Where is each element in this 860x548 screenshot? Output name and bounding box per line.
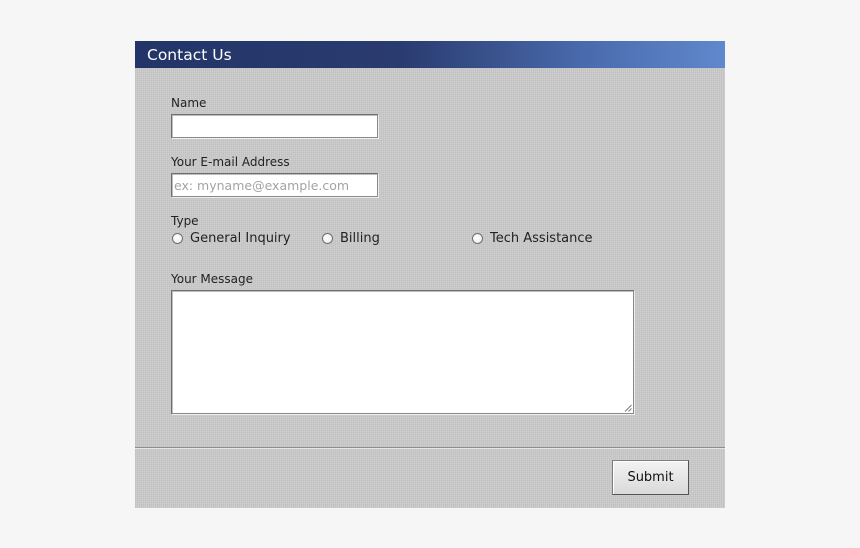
name-label: Name bbox=[171, 96, 207, 110]
resize-grip-icon[interactable] bbox=[624, 404, 632, 412]
window-title: Contact Us bbox=[147, 46, 232, 64]
message-textarea[interactable] bbox=[171, 290, 634, 414]
radio-circle-icon[interactable] bbox=[322, 232, 333, 244]
radio-circle-icon[interactable] bbox=[172, 232, 183, 244]
contact-form-window: Contact Us Name Your E-mail Address Type… bbox=[135, 41, 725, 508]
submit-button[interactable]: Submit bbox=[612, 460, 689, 495]
email-label: Your E-mail Address bbox=[171, 155, 290, 169]
type-label: Type bbox=[171, 214, 199, 228]
radio-circle-icon[interactable] bbox=[472, 232, 483, 244]
radio-tech-assistance[interactable]: Tech Assistance bbox=[472, 229, 593, 247]
footer-divider bbox=[135, 447, 725, 449]
radio-label-tech-assistance: Tech Assistance bbox=[490, 230, 593, 246]
radio-label-billing: Billing bbox=[340, 230, 380, 246]
radio-billing[interactable]: Billing bbox=[322, 229, 380, 247]
message-label: Your Message bbox=[171, 272, 254, 286]
radio-general-inquiry[interactable]: General Inquiry bbox=[172, 229, 291, 247]
title-bar: Contact Us bbox=[135, 41, 725, 68]
radio-label-general-inquiry: General Inquiry bbox=[190, 230, 291, 246]
name-input[interactable] bbox=[171, 114, 378, 138]
email-input[interactable] bbox=[171, 173, 378, 197]
